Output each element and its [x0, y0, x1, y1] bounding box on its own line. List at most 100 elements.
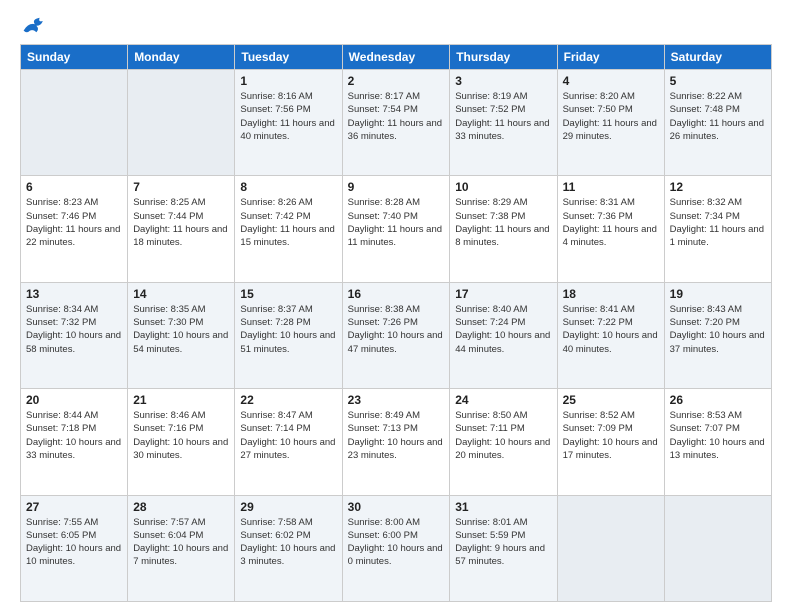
calendar-day-cell: 2Sunrise: 8:17 AM Sunset: 7:54 PM Daylig… — [342, 70, 450, 176]
day-number: 10 — [455, 180, 551, 194]
weekday-header: Saturday — [664, 45, 771, 70]
calendar-day-cell: 30 Sunrise: 8:00 AM Sunset: 6:00 PM Dayli… — [342, 495, 450, 601]
day-number: 4 — [563, 74, 659, 88]
calendar-day-cell — [128, 70, 235, 176]
header-row: SundayMondayTuesdayWednesdayThursdayFrid… — [21, 45, 772, 70]
day-info: Sunrise: 8:28 AM Sunset: 7:40 PM Dayligh… — [348, 196, 445, 249]
calendar-table: SundayMondayTuesdayWednesdayThursdayFrid… — [20, 44, 772, 602]
day-number: 28 — [133, 500, 229, 514]
calendar-week-row: 20Sunrise: 8:44 AM Sunset: 7:18 PM Dayli… — [21, 389, 772, 495]
day-info: Sunrise: 8:01 AM Sunset: 5:59 PM Dayligh… — [455, 516, 551, 569]
day-info: Sunrise: 8:29 AM Sunset: 7:38 PM Dayligh… — [455, 196, 551, 249]
day-number: 19 — [670, 287, 766, 301]
day-info: Sunrise: 8:49 AM Sunset: 7:13 PM Dayligh… — [348, 409, 445, 462]
day-number: 25 — [563, 393, 659, 407]
weekday-header: Tuesday — [235, 45, 342, 70]
day-number: 17 — [455, 287, 551, 301]
day-info: Sunrise: 8:00 AM Sunset: 6:00 PM Dayligh… — [348, 516, 445, 569]
day-info: Sunrise: 8:26 AM Sunset: 7:42 PM Dayligh… — [240, 196, 336, 249]
calendar-day-cell: 6Sunrise: 8:23 AM Sunset: 7:46 PM Daylig… — [21, 176, 128, 282]
day-number: 18 — [563, 287, 659, 301]
day-info: Sunrise: 8:17 AM Sunset: 7:54 PM Dayligh… — [348, 90, 445, 143]
day-number: 15 — [240, 287, 336, 301]
calendar-day-cell: 23 Sunrise: 8:49 AM Sunset: 7:13 PM Dayli… — [342, 389, 450, 495]
calendar-day-cell: 17 Sunrise: 8:40 AM Sunset: 7:24 PM Dayli… — [450, 282, 557, 388]
calendar-day-cell: 14Sunrise: 8:35 AM Sunset: 7:30 PM Dayli… — [128, 282, 235, 388]
calendar-day-cell: 18Sunrise: 8:41 AM Sunset: 7:22 PM Dayli… — [557, 282, 664, 388]
calendar-day-cell: 10 Sunrise: 8:29 AM Sunset: 7:38 PM Dayli… — [450, 176, 557, 282]
calendar-day-cell: 16 Sunrise: 8:38 AM Sunset: 7:26 PM Dayli… — [342, 282, 450, 388]
day-number: 1 — [240, 74, 336, 88]
day-info: Sunrise: 8:47 AM Sunset: 7:14 PM Dayligh… — [240, 409, 336, 462]
day-info: Sunrise: 7:57 AM Sunset: 6:04 PM Dayligh… — [133, 516, 229, 569]
calendar-day-cell: 5 Sunrise: 8:22 AM Sunset: 7:48 PM Daylig… — [664, 70, 771, 176]
day-number: 8 — [240, 180, 336, 194]
calendar-day-cell: 25 Sunrise: 8:52 AM Sunset: 7:09 PM Dayli… — [557, 389, 664, 495]
day-number: 23 — [348, 393, 445, 407]
day-info: Sunrise: 8:23 AM Sunset: 7:46 PM Dayligh… — [26, 196, 122, 249]
day-number: 27 — [26, 500, 122, 514]
calendar-day-cell: 20Sunrise: 8:44 AM Sunset: 7:18 PM Dayli… — [21, 389, 128, 495]
calendar-day-cell: 31Sunrise: 8:01 AM Sunset: 5:59 PM Dayli… — [450, 495, 557, 601]
day-number: 30 — [348, 500, 445, 514]
calendar-day-cell: 24 Sunrise: 8:50 AM Sunset: 7:11 PM Dayli… — [450, 389, 557, 495]
day-info: Sunrise: 7:55 AM Sunset: 6:05 PM Dayligh… — [26, 516, 122, 569]
day-info: Sunrise: 8:37 AM Sunset: 7:28 PM Dayligh… — [240, 303, 336, 356]
logo — [20, 16, 46, 34]
calendar-week-row: 13 Sunrise: 8:34 AM Sunset: 7:32 PM Dayli… — [21, 282, 772, 388]
calendar-day-cell: 12Sunrise: 8:32 AM Sunset: 7:34 PM Dayli… — [664, 176, 771, 282]
day-number: 13 — [26, 287, 122, 301]
calendar-day-cell: 27 Sunrise: 7:55 AM Sunset: 6:05 PM Dayli… — [21, 495, 128, 601]
calendar-day-cell: 19 Sunrise: 8:43 AM Sunset: 7:20 PM Dayli… — [664, 282, 771, 388]
day-info: Sunrise: 8:43 AM Sunset: 7:20 PM Dayligh… — [670, 303, 766, 356]
day-info: Sunrise: 8:50 AM Sunset: 7:11 PM Dayligh… — [455, 409, 551, 462]
calendar-day-cell: 3 Sunrise: 8:19 AM Sunset: 7:52 PM Daylig… — [450, 70, 557, 176]
calendar-day-cell: 8 Sunrise: 8:26 AM Sunset: 7:42 PM Daylig… — [235, 176, 342, 282]
calendar-day-cell: 26 Sunrise: 8:53 AM Sunset: 7:07 PM Dayli… — [664, 389, 771, 495]
weekday-header: Thursday — [450, 45, 557, 70]
day-number: 26 — [670, 393, 766, 407]
day-info: Sunrise: 8:20 AM Sunset: 7:50 PM Dayligh… — [563, 90, 659, 143]
weekday-header: Sunday — [21, 45, 128, 70]
day-number: 21 — [133, 393, 229, 407]
logo-bird-icon — [22, 16, 46, 34]
day-number: 3 — [455, 74, 551, 88]
day-number: 22 — [240, 393, 336, 407]
day-info: Sunrise: 8:52 AM Sunset: 7:09 PM Dayligh… — [563, 409, 659, 462]
day-info: Sunrise: 8:38 AM Sunset: 7:26 PM Dayligh… — [348, 303, 445, 356]
calendar-day-cell — [664, 495, 771, 601]
day-info: Sunrise: 8:53 AM Sunset: 7:07 PM Dayligh… — [670, 409, 766, 462]
calendar-day-cell: 9 Sunrise: 8:28 AM Sunset: 7:40 PM Daylig… — [342, 176, 450, 282]
day-info: Sunrise: 8:44 AM Sunset: 7:18 PM Dayligh… — [26, 409, 122, 462]
day-number: 16 — [348, 287, 445, 301]
calendar-day-cell: 22 Sunrise: 8:47 AM Sunset: 7:14 PM Dayli… — [235, 389, 342, 495]
day-info: Sunrise: 8:22 AM Sunset: 7:48 PM Dayligh… — [670, 90, 766, 143]
day-number: 7 — [133, 180, 229, 194]
day-info: Sunrise: 8:25 AM Sunset: 7:44 PM Dayligh… — [133, 196, 229, 249]
day-info: Sunrise: 8:34 AM Sunset: 7:32 PM Dayligh… — [26, 303, 122, 356]
day-info: Sunrise: 8:46 AM Sunset: 7:16 PM Dayligh… — [133, 409, 229, 462]
day-number: 5 — [670, 74, 766, 88]
calendar-day-cell: 21 Sunrise: 8:46 AM Sunset: 7:16 PM Dayli… — [128, 389, 235, 495]
day-info: Sunrise: 8:16 AM Sunset: 7:56 PM Dayligh… — [240, 90, 336, 143]
day-info: Sunrise: 8:40 AM Sunset: 7:24 PM Dayligh… — [455, 303, 551, 356]
weekday-header: Friday — [557, 45, 664, 70]
calendar-day-cell: 28 Sunrise: 7:57 AM Sunset: 6:04 PM Dayli… — [128, 495, 235, 601]
day-info: Sunrise: 8:19 AM Sunset: 7:52 PM Dayligh… — [455, 90, 551, 143]
calendar-week-row: 6Sunrise: 8:23 AM Sunset: 7:46 PM Daylig… — [21, 176, 772, 282]
day-info: Sunrise: 8:32 AM Sunset: 7:34 PM Dayligh… — [670, 196, 766, 249]
calendar-week-row: 27 Sunrise: 7:55 AM Sunset: 6:05 PM Dayli… — [21, 495, 772, 601]
day-info: Sunrise: 8:31 AM Sunset: 7:36 PM Dayligh… — [563, 196, 659, 249]
day-number: 9 — [348, 180, 445, 194]
day-number: 24 — [455, 393, 551, 407]
calendar-day-cell: 13 Sunrise: 8:34 AM Sunset: 7:32 PM Dayli… — [21, 282, 128, 388]
weekday-header: Wednesday — [342, 45, 450, 70]
calendar-day-cell — [21, 70, 128, 176]
calendar-day-cell: 11 Sunrise: 8:31 AM Sunset: 7:36 PM Dayli… — [557, 176, 664, 282]
page: SundayMondayTuesdayWednesdayThursdayFrid… — [0, 0, 792, 612]
day-number: 11 — [563, 180, 659, 194]
day-info: Sunrise: 7:58 AM Sunset: 6:02 PM Dayligh… — [240, 516, 336, 569]
calendar-day-cell: 7 Sunrise: 8:25 AM Sunset: 7:44 PM Daylig… — [128, 176, 235, 282]
day-number: 29 — [240, 500, 336, 514]
weekday-header: Monday — [128, 45, 235, 70]
